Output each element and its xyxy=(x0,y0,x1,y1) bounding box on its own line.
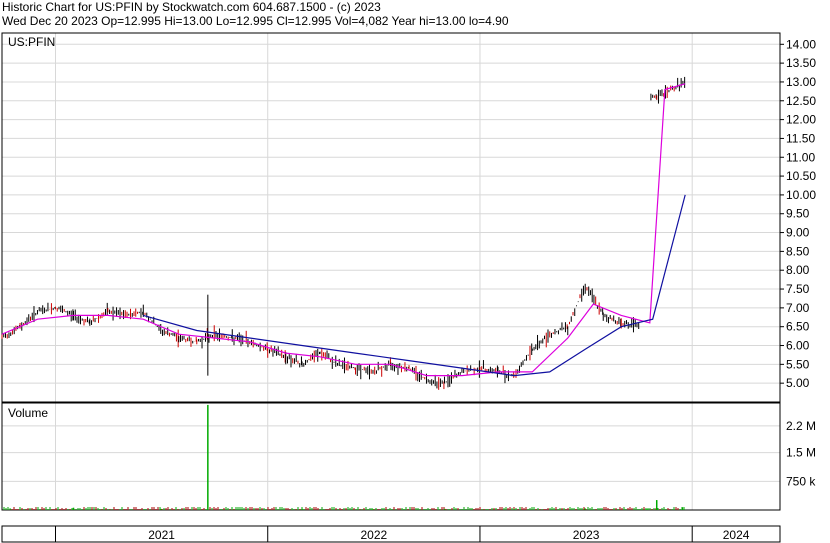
price-tick-label: 10.00 xyxy=(786,188,816,202)
price-panel-title: US:PFIN xyxy=(8,35,55,49)
volume-bars xyxy=(3,404,685,510)
price-tick-label: 5.00 xyxy=(786,376,810,390)
price-bars xyxy=(1,76,686,390)
volume-tick-label: 750 k xyxy=(786,474,816,488)
price-tick-label: 8.00 xyxy=(786,263,810,277)
year-tick-label: 2022 xyxy=(360,528,387,542)
price-tick-label: 10.50 xyxy=(786,169,816,183)
short-moving-average-line xyxy=(1,83,686,377)
volume-panel-frame xyxy=(1,402,781,511)
year-tick-label: 2023 xyxy=(573,528,600,542)
price-tick-label: 9.50 xyxy=(786,207,810,221)
stock-chart: US:PFIN Volume 14.00 13.50 13.00 12.50 12.00… xyxy=(1,32,816,543)
price-tick-label: 12.50 xyxy=(786,94,816,108)
price-tick-label: 9.00 xyxy=(786,226,810,240)
volume-tick-label: 2.2 M xyxy=(786,419,816,433)
price-tick-label: 11.00 xyxy=(786,150,815,164)
price-panel-frame xyxy=(1,32,781,403)
price-tick-label: 8.50 xyxy=(786,244,810,258)
year-tick-label: 2024 xyxy=(723,528,750,542)
price-y-axis: 14.00 13.50 13.00 12.50 12.00 11.50 11.00 10.50… xyxy=(780,37,816,390)
price-tick-label: 13.00 xyxy=(786,75,816,89)
time-axis-frame xyxy=(1,525,781,543)
price-tick-label: 6.50 xyxy=(786,320,810,334)
time-x-axis: 2021 2022 2023 2024 xyxy=(54,526,750,542)
price-tick-label: 14.00 xyxy=(786,37,816,51)
grid xyxy=(2,33,780,510)
price-tick-label: 6.00 xyxy=(786,339,810,353)
price-tick-label: 5.50 xyxy=(786,357,810,371)
moving-average-lines xyxy=(1,83,686,377)
volume-y-axis: 2.2 M 1.5 M 750 k xyxy=(786,419,816,488)
volume-panel-title: Volume xyxy=(8,406,48,420)
long-moving-average-line xyxy=(143,194,686,377)
year-tick-label: 2021 xyxy=(148,528,175,542)
volume-tick-label: 1.5 M xyxy=(786,446,816,460)
price-tick-label: 11.50 xyxy=(786,131,815,145)
price-tick-label: 12.00 xyxy=(786,113,816,127)
price-tick-label: 13.50 xyxy=(786,56,816,70)
price-tick-label: 7.50 xyxy=(786,282,810,296)
price-tick-label: 7.00 xyxy=(786,301,810,315)
